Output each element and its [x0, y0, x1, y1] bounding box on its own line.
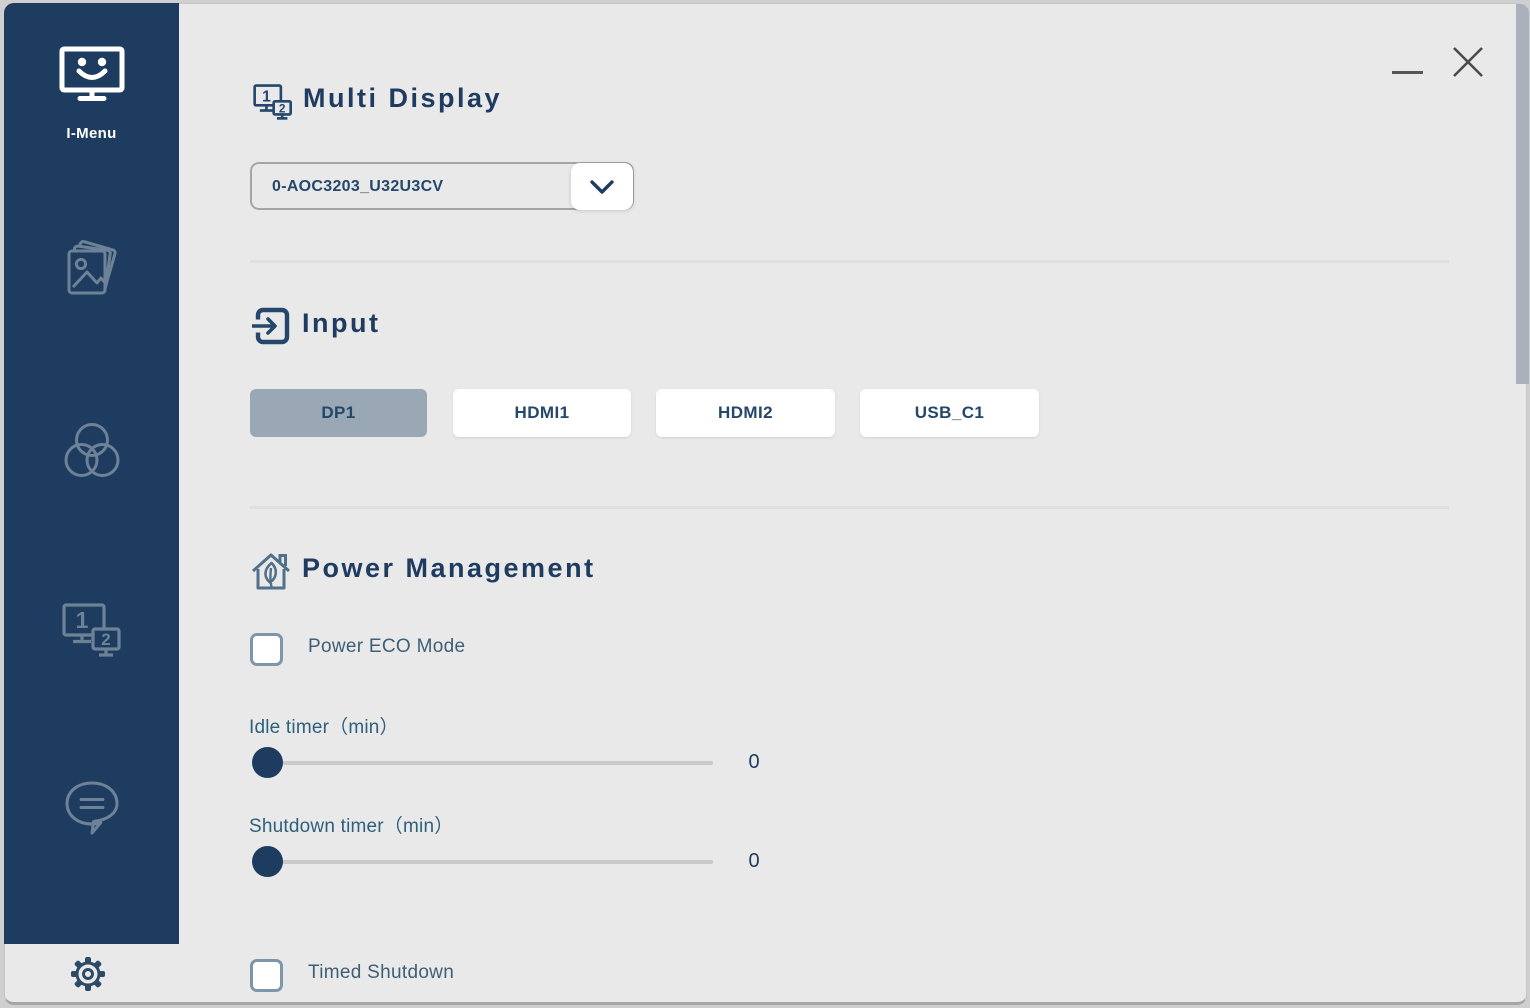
photos-icon: [67, 240, 117, 295]
shutdown-timer-slider-track[interactable]: [267, 860, 713, 864]
settings-button[interactable]: [62, 948, 114, 1000]
sidebar-item-i-menu[interactable]: I-Menu: [4, 45, 179, 160]
eco-house-icon: [252, 553, 290, 590]
power-management-title: Power Management: [302, 553, 596, 583]
shutdown-timer-label: Shutdown timer（min）: [249, 816, 454, 837]
sidebar-item-multi-display[interactable]: 1 2: [4, 601, 179, 671]
smiley-monitor-icon: [59, 46, 124, 101]
svg-text:2: 2: [279, 102, 286, 115]
input-button-hdmi2[interactable]: HDMI2: [656, 389, 835, 437]
sidebar-item-color-settings[interactable]: [4, 421, 179, 491]
idle-timer-slider-thumb[interactable]: [252, 747, 283, 778]
gear-icon: [71, 957, 105, 991]
idle-timer-label: Idle timer（min）: [249, 717, 399, 738]
svg-text:1: 1: [75, 607, 88, 633]
timed-shutdown-label: Timed Shutdown: [308, 962, 455, 983]
input-button-usb-c1[interactable]: USB_C1: [860, 389, 1039, 437]
close-button[interactable]: [1451, 45, 1485, 79]
chevron-down-icon: [590, 179, 614, 194]
section-divider: [250, 506, 1449, 509]
sidebar: I-Menu 1 2: [4, 3, 179, 944]
multi-display-title: Multi Display: [303, 83, 503, 113]
dual-monitor-icon: 1 2: [61, 603, 121, 657]
svg-text:1: 1: [262, 88, 271, 105]
monitor-select-dropdown[interactable]: 0-AOC3203_U32U3CV: [250, 162, 634, 210]
input-button-dp1[interactable]: DP1: [250, 389, 427, 437]
sidebar-item-image-settings[interactable]: [4, 237, 179, 307]
power-eco-mode-label: Power ECO Mode: [308, 636, 466, 657]
timed-shutdown-checkbox[interactable]: [250, 959, 283, 992]
idle-timer-slider-track[interactable]: [267, 761, 713, 765]
monitor-select-value: 0-AOC3203_U32U3CV: [272, 178, 444, 195]
chat-bubble-icon: [65, 781, 118, 835]
shutdown-timer-slider-thumb[interactable]: [252, 846, 283, 877]
close-icon: [1453, 47, 1483, 77]
monitor-select-chevron-button[interactable]: [571, 163, 633, 210]
input-title: Input: [302, 308, 381, 338]
idle-timer-value: 0: [748, 751, 760, 773]
input-icon: [252, 307, 290, 345]
input-button-hdmi1[interactable]: HDMI1: [453, 389, 631, 437]
svg-text:2: 2: [101, 630, 110, 649]
section-divider: [250, 260, 1449, 263]
shutdown-timer-value: 0: [748, 850, 760, 872]
minimize-button[interactable]: [1392, 58, 1423, 74]
color-wheel-icon: [64, 423, 119, 477]
multi-display-icon: 1 2: [253, 84, 292, 120]
sidebar-item-label: I-Menu: [66, 125, 117, 142]
sidebar-item-feedback[interactable]: [4, 777, 179, 847]
power-eco-mode-checkbox[interactable]: [250, 633, 283, 666]
app-canvas: I-Menu 1 2 1 2 Multi Display 0-AOC3203_U…: [0, 0, 1530, 1008]
vertical-scrollbar-thumb[interactable]: [1516, 4, 1529, 384]
